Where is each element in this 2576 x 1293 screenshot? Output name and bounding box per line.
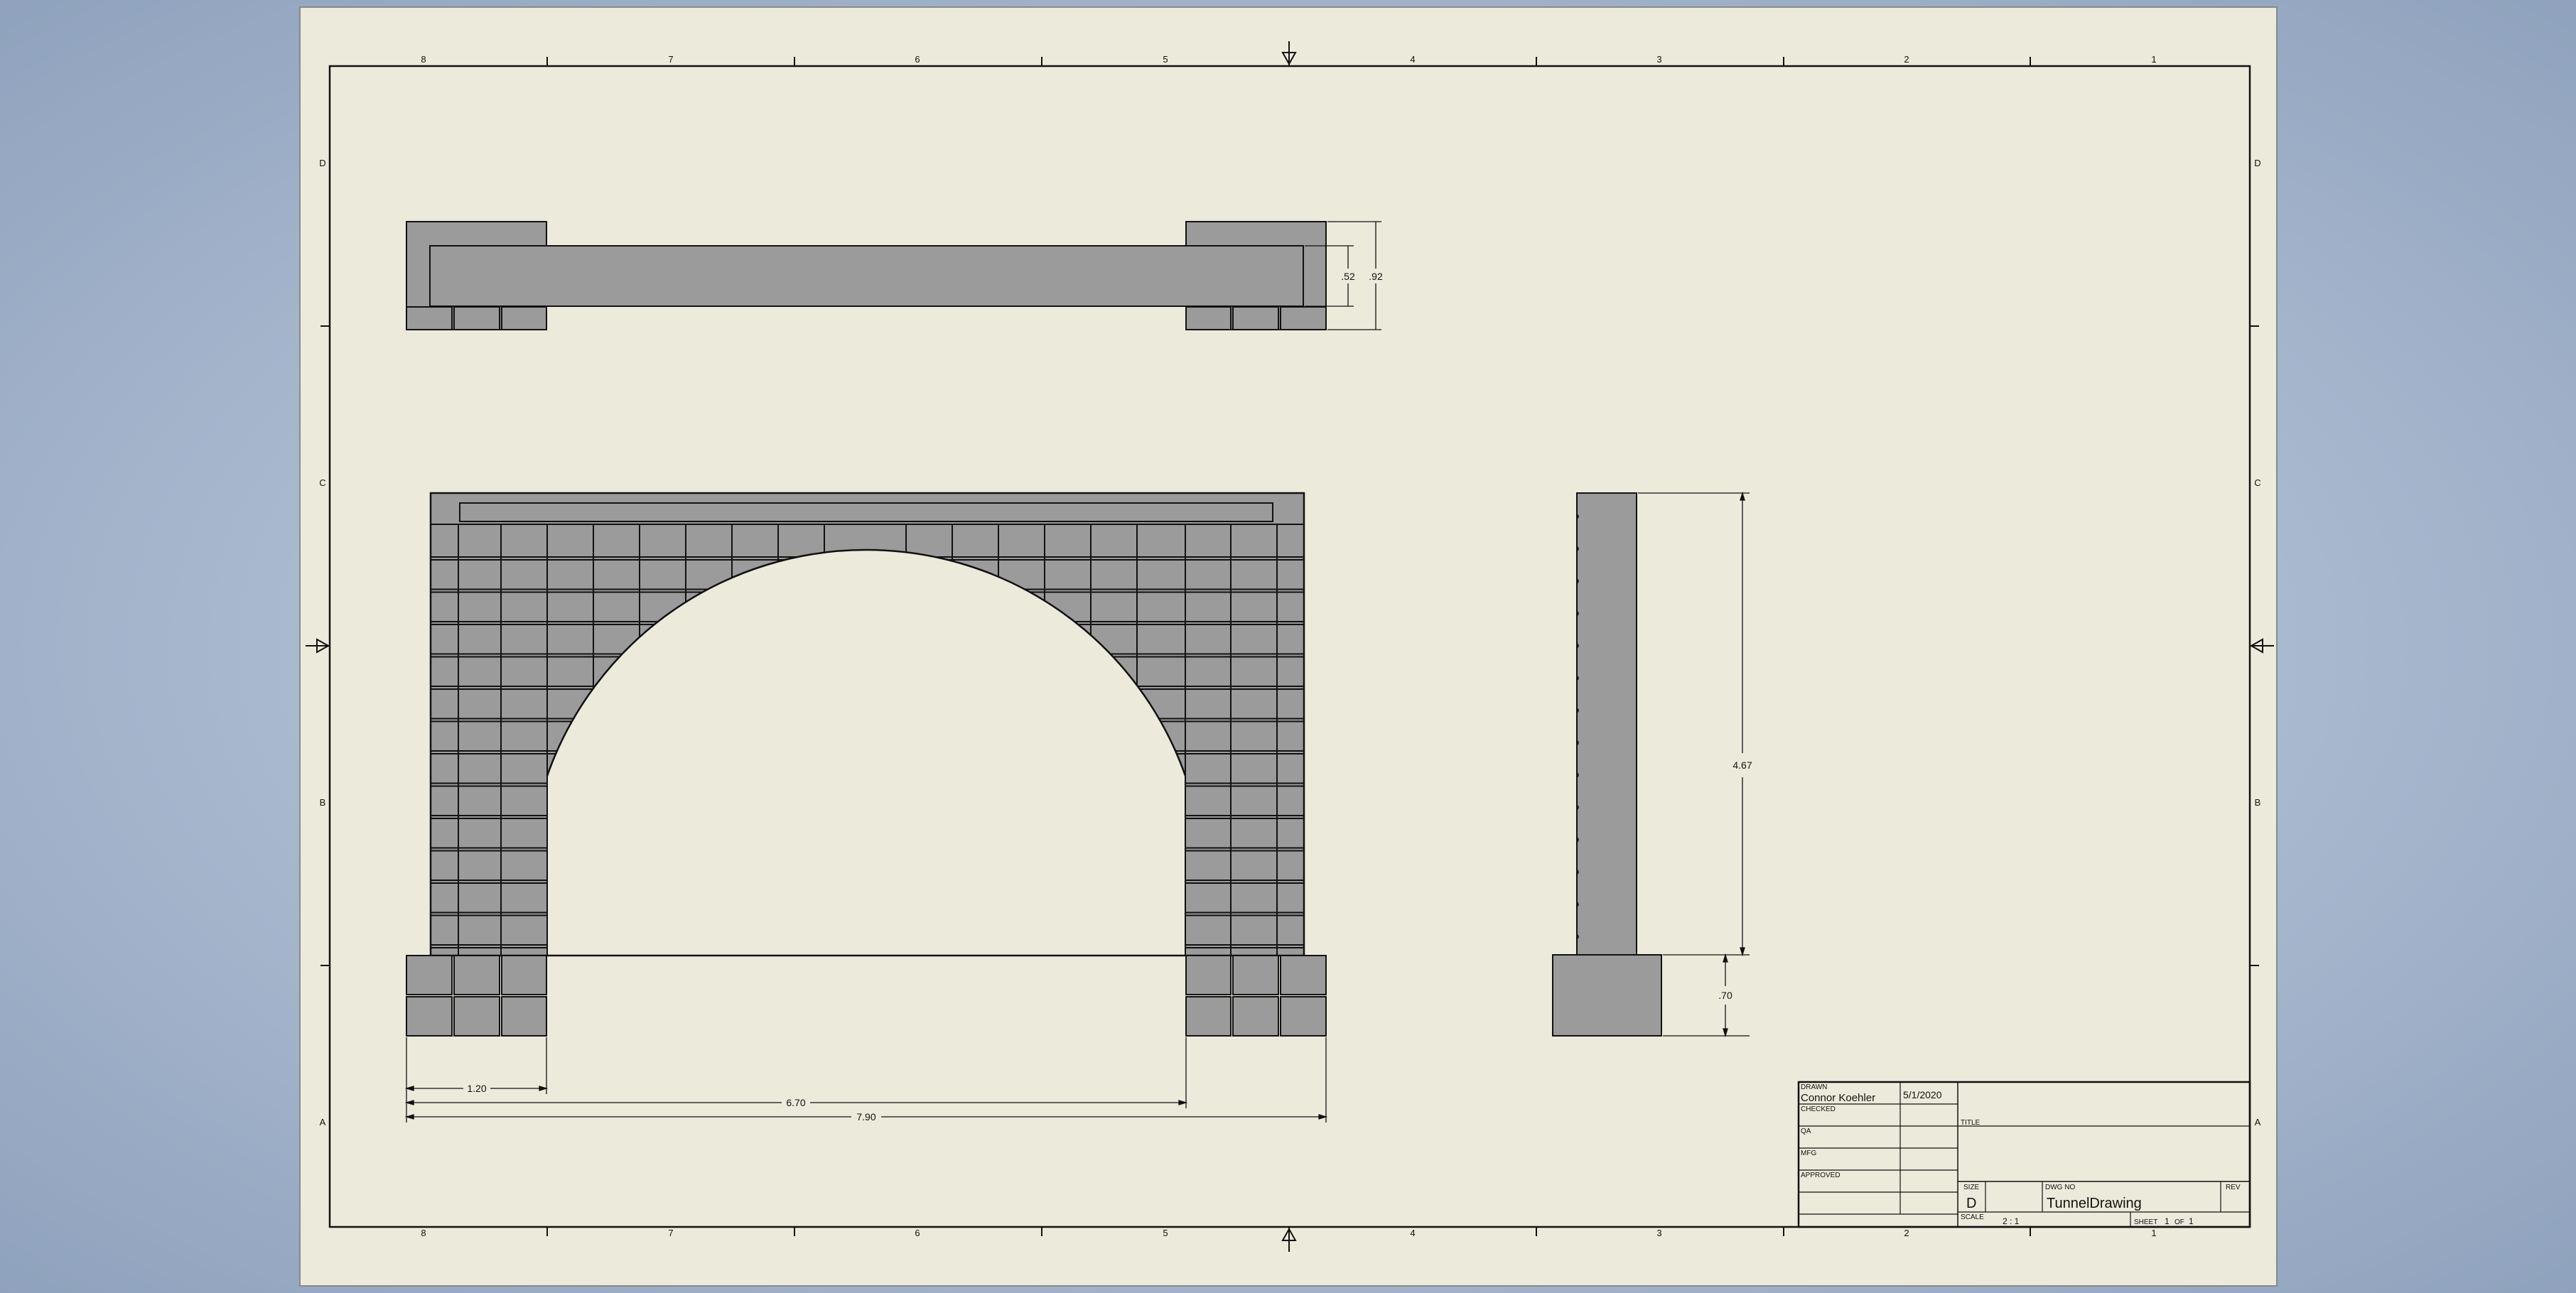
base-block: [406, 996, 453, 1037]
zone-row-label: B: [2255, 797, 2261, 808]
scale-label: SCALE: [1961, 1213, 1984, 1221]
dwg-no-value: TunnelDrawing: [2047, 1196, 2142, 1211]
zone-row-label: A: [320, 1117, 326, 1127]
zone-column-label: 5: [1163, 54, 1168, 65]
sheet-number: 1: [2165, 1216, 2170, 1226]
side-view-base: [1552, 954, 1662, 1037]
top-view-left-block: [406, 306, 453, 330]
zone-column-label: 3: [1656, 1228, 1661, 1238]
zone-row-label: D: [319, 158, 325, 168]
approved-label: APPROVED: [1801, 1172, 1841, 1179]
checked-label: CHECKED: [1801, 1105, 1836, 1113]
scale-value: 2 : 1: [2003, 1216, 2020, 1226]
zone-column-label: 1: [2151, 1228, 2156, 1238]
base-block: [1232, 996, 1279, 1037]
dwg-no-label: DWG NO: [2045, 1184, 2075, 1191]
title-label: TITLE: [1961, 1119, 1980, 1127]
zone-column-label: 8: [421, 54, 426, 65]
dimension-top-outer: .92: [1369, 271, 1383, 282]
qa-label: QA: [1801, 1127, 1811, 1135]
zone-column-label: 4: [1410, 1228, 1415, 1238]
zone-column-label: 7: [668, 54, 673, 65]
top-view-left-block: [501, 306, 547, 330]
base-block: [501, 955, 547, 995]
mfg-label: MFG: [1801, 1149, 1816, 1157]
top-view-left-block: [453, 306, 500, 330]
base-block: [1232, 955, 1279, 995]
front-view-cap-ledge: [459, 502, 1273, 522]
zone-column-label: 2: [1904, 1228, 1909, 1238]
dimension-side-base: .70: [1718, 990, 1732, 1001]
sheet-of-label: OF: [2174, 1218, 2184, 1226]
zone-column-label: 1: [2151, 54, 2156, 65]
zone-column-label: 8: [421, 1228, 426, 1238]
side-view-wall: [1576, 492, 1637, 956]
zone-column-label: 4: [1410, 54, 1415, 65]
zone-column-label: 5: [1163, 1228, 1168, 1238]
zone-column-label: 6: [915, 54, 920, 65]
base-block: [406, 955, 453, 995]
zone-row-label: C: [2254, 477, 2260, 488]
base-block: [453, 996, 500, 1037]
dimension-arch-span: 6.70: [786, 1097, 805, 1108]
zone-row-label: A: [2255, 1117, 2261, 1127]
zone-column-label: 7: [668, 1228, 673, 1238]
dimension-top-inner: .52: [1341, 271, 1355, 282]
drawn-by-name: Connor Koehler: [1801, 1092, 1875, 1104]
base-block: [1185, 955, 1232, 995]
zone-row-label: B: [320, 797, 326, 808]
top-view-right-block: [1232, 306, 1279, 330]
base-block: [453, 955, 500, 995]
zone-row-label: D: [2254, 158, 2260, 168]
size-value: D: [1966, 1196, 1976, 1211]
zone-column-label: 2: [1904, 54, 1909, 65]
zone-row-label: C: [319, 477, 325, 488]
dimension-pier-width: 1.20: [467, 1083, 486, 1094]
base-block: [1280, 955, 1327, 995]
dimension-side-height: 4.67: [1732, 759, 1752, 771]
drawn-label: DRAWN: [1801, 1083, 1827, 1091]
zone-column-label: 3: [1656, 54, 1661, 65]
zone-column-label: 6: [915, 1228, 920, 1238]
top-view-right-block: [1185, 306, 1232, 330]
drawing-canvas: 8 7 6 5 4 3 2 1 8 7 6 5 4 3 2 1 D C B A D C B A .52 .92 1.20…: [299, 6, 2278, 1287]
dimension-overall-width: 7.90: [856, 1111, 875, 1122]
sheet-label: SHEET: [2134, 1218, 2157, 1226]
drawn-date: 5/1/2020: [1903, 1089, 1942, 1100]
base-block: [1280, 996, 1327, 1037]
top-view-right-block: [1280, 306, 1327, 330]
base-block: [1185, 996, 1232, 1037]
sheet-total: 1: [2189, 1216, 2194, 1226]
top-view-wall: [429, 245, 1304, 307]
base-block: [501, 996, 547, 1037]
size-label: SIZE: [1963, 1184, 1980, 1191]
rev-label: REV: [2226, 1184, 2241, 1191]
